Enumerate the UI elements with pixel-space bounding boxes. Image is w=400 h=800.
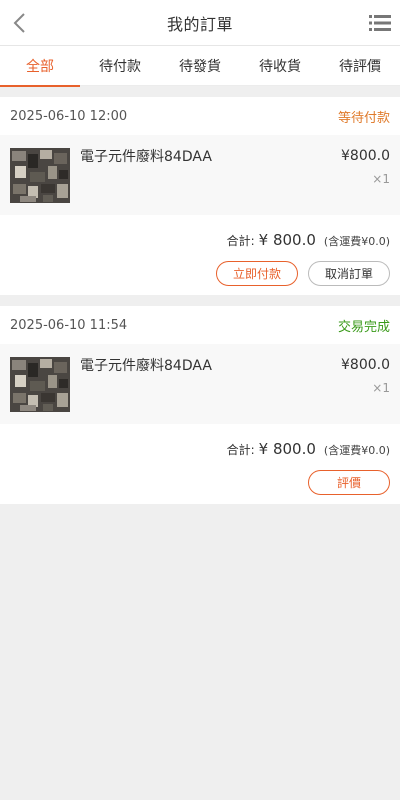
product-quantity: ×1 (372, 172, 390, 186)
order-card: 2025-06-10 12:00 等待付款 電子元件廢料84DAA ¥800.0… (0, 97, 400, 295)
summary-total: ¥ 800.0 (258, 440, 316, 458)
order-actions: 評價 (0, 460, 400, 504)
order-actions: 立即付款 取消訂單 (0, 251, 400, 295)
summary-label: 合計: (226, 234, 255, 248)
summary-label: 合計: (226, 443, 255, 457)
chevron-left-icon (13, 13, 25, 33)
product-price: ¥800.0 (341, 148, 390, 164)
order-summary: 合計: ¥ 800.0 (含運費¥0.0) (0, 424, 400, 460)
summary-total: ¥ 800.0 (258, 231, 316, 249)
tab-pending-shipment[interactable]: 待發貨 (160, 46, 240, 86)
tab-pending-receipt[interactable]: 待收貨 (240, 46, 320, 86)
list-menu-icon (369, 15, 391, 31)
menu-button[interactable] (368, 11, 392, 35)
order-tabs: 全部 待付款 待發貨 待收貨 待評價 (0, 46, 400, 87)
order-product[interactable]: 電子元件廢料84DAA ¥800.0 ×1 (0, 135, 400, 215)
order-product[interactable]: 電子元件廢料84DAA ¥800.0 ×1 (0, 344, 400, 424)
back-button[interactable] (8, 10, 30, 36)
summary-shipping: (含運費¥0.0) (323, 444, 390, 457)
summary-shipping: (含運費¥0.0) (323, 235, 390, 248)
product-thumbnail (10, 148, 70, 203)
product-name: 電子元件廢料84DAA (80, 149, 212, 165)
product-thumbnail (10, 357, 70, 412)
order-date: 2025-06-10 12:00 (10, 108, 128, 124)
order-header: 2025-06-10 11:54 交易完成 (0, 306, 400, 344)
page-title: 我的訂單 (166, 14, 233, 34)
order-summary: 合計: ¥ 800.0 (含運費¥0.0) (0, 215, 400, 251)
review-button[interactable]: 評價 (308, 469, 390, 495)
product-name: 電子元件廢料84DAA (80, 358, 212, 374)
tab-pending-payment[interactable]: 待付款 (80, 46, 160, 86)
tab-pending-review[interactable]: 待評價 (320, 46, 400, 86)
app-header: 我的訂單 (0, 0, 400, 46)
order-card: 2025-06-10 11:54 交易完成 電子元件廢料84DAA ¥800.0… (0, 306, 400, 504)
order-status: 等待付款 (337, 110, 390, 126)
cancel-order-button[interactable]: 取消訂單 (308, 260, 390, 286)
order-header: 2025-06-10 12:00 等待付款 (0, 97, 400, 135)
product-quantity: ×1 (372, 381, 390, 395)
order-status: 交易完成 (337, 319, 390, 335)
tab-all[interactable]: 全部 (0, 46, 80, 87)
order-date: 2025-06-10 11:54 (10, 317, 128, 333)
product-price: ¥800.0 (341, 357, 390, 373)
pay-now-button[interactable]: 立即付款 (216, 260, 298, 286)
